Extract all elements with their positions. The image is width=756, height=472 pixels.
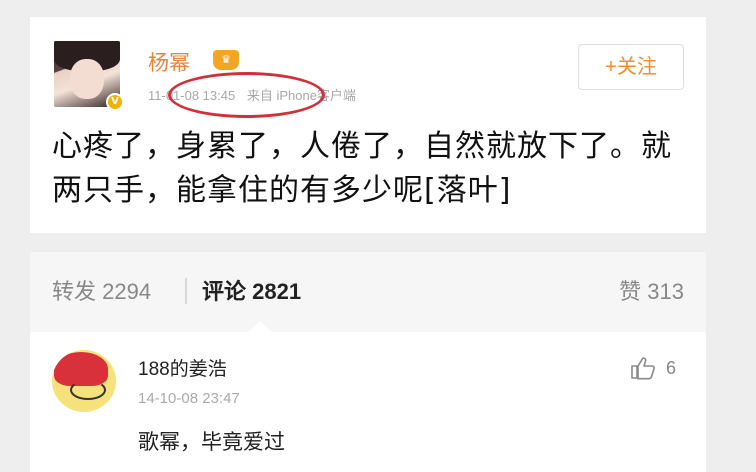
comment-text: 歌幂，毕竟爱过 — [138, 430, 285, 454]
post-username[interactable]: 杨幂 — [148, 47, 190, 77]
tab-like[interactable]: 赞 313 — [619, 274, 684, 306]
comment-like-count: 6 — [666, 358, 677, 378]
stats-divider — [185, 278, 187, 304]
tab-comment[interactable]: 评论 2821 — [202, 274, 301, 306]
follow-button[interactable]: +关注 — [578, 44, 684, 90]
verified-badge-icon: V — [106, 93, 124, 111]
stats-bar: 转发 2294 评论 2821 赞 313 — [30, 252, 706, 344]
post-card: V 杨幂 ♛ 11-01-08 13:45 来自 iPhone客户端 +关注 心… — [30, 17, 706, 233]
tab-repost[interactable]: 转发 2294 — [52, 274, 151, 306]
comment-item: 188的姜浩 14-10-08 23:47 歌幂，毕竟爱过 6 — [30, 332, 706, 472]
highlight-annotation — [168, 72, 325, 118]
thumbs-up-icon[interactable] — [630, 356, 656, 380]
post-text: 心疼了，身累了，人倦了，自然就放下了。就两只手，能拿住的有多少呢[落叶] — [52, 129, 672, 208]
commenter-name[interactable]: 188的姜浩 — [138, 354, 227, 381]
comment-time: 14-10-08 23:47 — [138, 390, 240, 407]
avatar-face — [70, 59, 104, 99]
commenter-avatar[interactable] — [52, 350, 116, 412]
avatar-scribble — [70, 380, 106, 400]
crown-icon: ♛ — [213, 50, 239, 70]
